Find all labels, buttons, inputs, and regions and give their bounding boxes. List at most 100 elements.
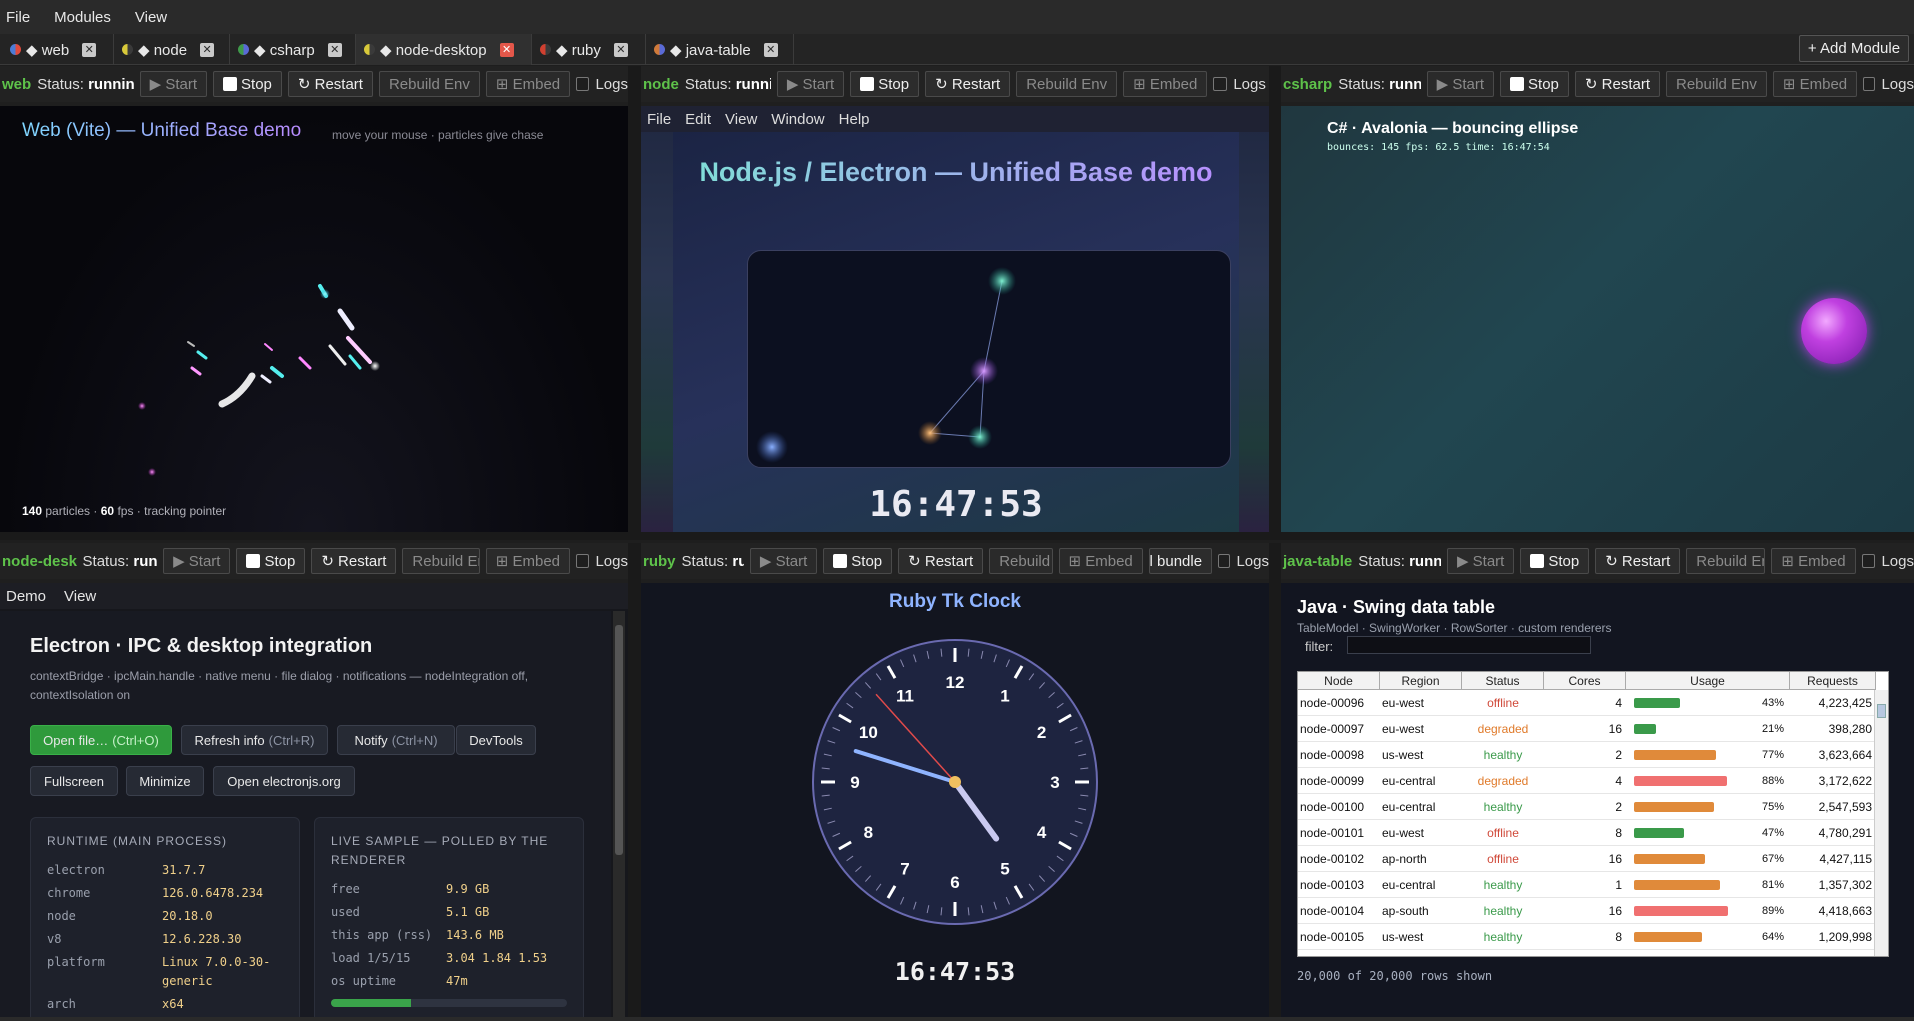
tab-java-table[interactable]: ◆ java-table ✕	[646, 34, 794, 65]
menu-view[interactable]: View	[725, 111, 757, 128]
vertical-splitter[interactable]	[1269, 543, 1281, 1017]
install-bundle-button[interactable]: Install bundle	[1148, 548, 1213, 574]
refresh-info-button[interactable]: Refresh info (Ctrl+R)	[181, 725, 328, 755]
start-button[interactable]: ▶ Start	[1446, 548, 1515, 574]
close-icon[interactable]: ✕	[613, 42, 628, 57]
restart-button[interactable]: ↻ Restart	[925, 71, 1011, 97]
cell-node: node-00096	[1300, 695, 1365, 710]
rebuild-env-button[interactable]: Rebuild Env	[1666, 71, 1767, 97]
column-header-region[interactable]: Region	[1380, 672, 1462, 689]
embed-button[interactable]: ⊞ Embed	[1772, 71, 1858, 97]
horizontal-splitter[interactable]	[0, 532, 1914, 540]
bottom-scrollbar[interactable]	[0, 1017, 1914, 1021]
close-icon[interactable]: ✕	[763, 42, 778, 57]
table-row[interactable]: node-00105 us-west healthy 8 64% 1,209,998	[1298, 924, 1876, 950]
column-header-requests[interactable]: Requests	[1790, 672, 1876, 689]
open-file-button[interactable]: Open file… (Ctrl+O)	[30, 725, 172, 755]
scrollbar-thumb[interactable]	[615, 625, 623, 855]
restart-button[interactable]: ↻ Restart	[898, 548, 984, 574]
tab-web[interactable]: ◆ web ✕	[2, 34, 114, 65]
node-particle-canvas[interactable]	[747, 250, 1231, 468]
table-row[interactable]: node-00100 eu-central healthy 2 75% 2,547,593	[1298, 794, 1876, 820]
column-header-node[interactable]: Node	[1298, 672, 1380, 689]
close-icon[interactable]: ✕	[327, 42, 342, 57]
cell-cores: 4	[1615, 773, 1622, 788]
logs-checkbox[interactable]	[1863, 77, 1876, 91]
table-row[interactable]: node-00098 us-west healthy 2 77% 3,623,664	[1298, 742, 1876, 768]
tab-csharp[interactable]: ◆ csharp ✕	[230, 34, 356, 65]
notify-button[interactable]: Notify (Ctrl+N)	[337, 725, 455, 755]
logs-checkbox[interactable]	[1861, 554, 1876, 568]
close-icon[interactable]: ✕	[82, 42, 97, 57]
scrollbar-thumb[interactable]	[1877, 704, 1886, 718]
table-row[interactable]: node-00099 eu-central degraded 4 88% 3,172,62…	[1298, 768, 1876, 794]
menu-view[interactable]: View	[135, 9, 167, 26]
stop-button[interactable]: Stop	[823, 548, 893, 574]
close-icon[interactable]: ✕	[200, 42, 215, 57]
rebuild-env-button[interactable]: Rebuild Env	[402, 548, 480, 574]
start-button[interactable]: ▶ Start	[139, 71, 208, 97]
restart-button[interactable]: ↻ Restart	[287, 71, 373, 97]
start-button[interactable]: ▶ Start	[163, 548, 231, 574]
menu-demo[interactable]: Demo	[6, 588, 46, 605]
filter-input[interactable]	[1347, 636, 1591, 654]
restart-button[interactable]: ↻ Restart	[311, 548, 397, 574]
column-header-cores[interactable]: Cores	[1544, 672, 1626, 689]
rebuild-env-button[interactable]: Rebuild Env	[989, 548, 1053, 574]
logs-checkbox[interactable]	[576, 554, 590, 568]
open-electronjs-button[interactable]: Open electronjs.org	[213, 766, 355, 796]
embed-button[interactable]: ⊞ Embed	[1058, 548, 1143, 574]
tab-ruby[interactable]: ◆ ruby ✕	[532, 34, 646, 65]
stop-button[interactable]: Stop	[850, 71, 920, 97]
embed-button[interactable]: ⊞ Embed	[1123, 71, 1208, 97]
menu-file[interactable]: File	[6, 9, 30, 26]
rebuild-env-button[interactable]: Rebuild Env	[1016, 71, 1118, 97]
devtools-button[interactable]: DevTools	[456, 725, 536, 755]
menu-modules[interactable]: Modules	[54, 9, 111, 26]
table-row[interactable]: node-00097 eu-west degraded 16 21% 398,280	[1298, 716, 1876, 742]
logs-checkbox[interactable]	[1213, 77, 1228, 91]
vertical-splitter[interactable]	[628, 66, 641, 532]
menu-edit[interactable]: Edit	[685, 111, 711, 128]
fullscreen-button[interactable]: Fullscreen	[30, 766, 118, 796]
table-row[interactable]: node-00104 ap-south healthy 16 89% 4,418,663	[1298, 898, 1876, 924]
menu-window[interactable]: Window	[771, 111, 824, 128]
start-button[interactable]: ▶ Start	[749, 548, 818, 574]
restart-button[interactable]: ↻ Restart	[1574, 71, 1660, 97]
table-scrollbar[interactable]	[1874, 690, 1888, 956]
tab-node[interactable]: ◆ node ✕	[114, 34, 230, 65]
menu-view[interactable]: View	[64, 588, 96, 605]
embed-button[interactable]: ⊞ Embed	[1771, 548, 1856, 574]
logs-checkbox[interactable]	[1218, 554, 1231, 568]
vertical-splitter[interactable]	[628, 543, 641, 1017]
close-icon[interactable]: ✕	[499, 42, 514, 57]
electron-scrollbar[interactable]	[613, 611, 625, 1017]
cell-status: healthy	[1483, 747, 1523, 762]
table-row[interactable]: node-00103 eu-central healthy 1 81% 1,357,302	[1298, 872, 1876, 898]
rebuild-env-button[interactable]: Rebuild Env	[1686, 548, 1766, 574]
nodes-table[interactable]: Node Region Status Cores Usage Requests …	[1297, 671, 1889, 957]
start-button[interactable]: ▶ Start	[1426, 71, 1495, 97]
restart-button[interactable]: ↻ Restart	[1595, 548, 1681, 574]
start-button[interactable]: ▶ Start	[776, 71, 845, 97]
stop-button[interactable]: Stop	[1520, 548, 1590, 574]
rebuild-env-button[interactable]: Rebuild Env	[378, 71, 480, 97]
stop-button[interactable]: Stop	[236, 548, 306, 574]
stop-button[interactable]: Stop	[1500, 71, 1569, 97]
table-row[interactable]: node-00102 ap-north offline 16 67% 4,427,115	[1298, 846, 1876, 872]
web-demo-view[interactable]: Web (Vite) — Unified Base demo move your…	[0, 106, 628, 532]
tab-node-desktop[interactable]: ◆ node-desktop ✕	[356, 34, 532, 65]
vertical-splitter[interactable]	[1269, 66, 1281, 532]
add-module-button[interactable]: + Add Module	[1799, 35, 1909, 62]
column-header-usage[interactable]: Usage	[1626, 672, 1790, 689]
table-row[interactable]: node-00096 eu-west offline 4 43% 4,223,425	[1298, 690, 1876, 716]
menu-help[interactable]: Help	[839, 111, 870, 128]
menu-file[interactable]: File	[647, 111, 671, 128]
table-row[interactable]: node-00101 eu-west offline 8 47% 4,780,291	[1298, 820, 1876, 846]
logs-checkbox[interactable]	[576, 77, 590, 91]
embed-button[interactable]: ⊞ Embed	[485, 71, 571, 97]
stop-button[interactable]: Stop	[213, 71, 282, 97]
column-header-status[interactable]: Status	[1462, 672, 1544, 689]
embed-button[interactable]: ⊞ Embed	[485, 548, 570, 574]
minimize-button[interactable]: Minimize	[126, 766, 204, 796]
